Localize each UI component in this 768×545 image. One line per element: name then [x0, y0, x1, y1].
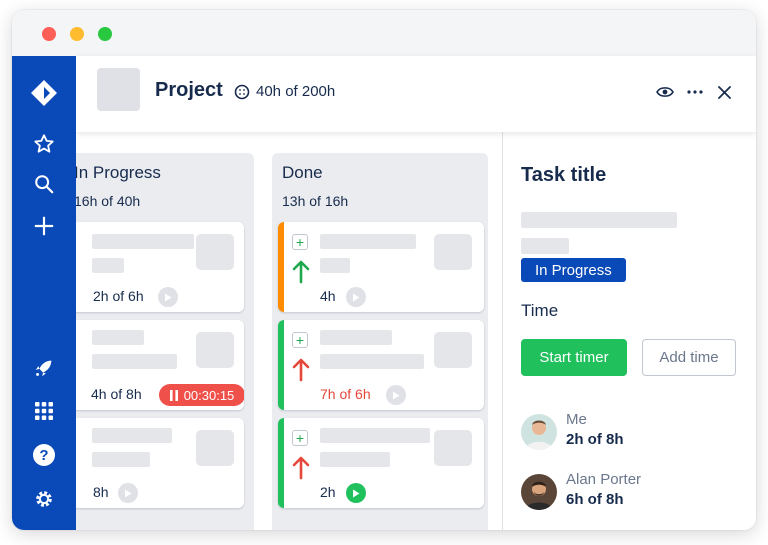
status-badge[interactable]: In Progress [521, 258, 626, 282]
card-text-placeholder [92, 354, 177, 369]
card-estimate: 4h of 8h [91, 386, 142, 402]
column-title: Done [282, 163, 323, 182]
card-text-placeholder [92, 258, 124, 273]
user-logged-time: 2h of 8h [566, 431, 624, 448]
kanban-board: In Progress 16h of 40h 2h of 6h 4h of 8h… [76, 132, 502, 530]
task-card[interactable]: 8h [76, 418, 244, 508]
card-title-placeholder [320, 234, 416, 249]
card-thumbnail [434, 234, 472, 270]
help-icon[interactable]: ? [29, 440, 59, 470]
project-header: Project 40h of 200h [76, 56, 756, 132]
window-minimize-button[interactable] [70, 27, 84, 41]
play-icon [165, 293, 172, 301]
card-text-placeholder [320, 258, 350, 273]
pause-icon [169, 389, 178, 401]
card-estimate: 4h [320, 288, 336, 304]
sidebar: ? [12, 56, 76, 530]
eye-icon[interactable] [654, 81, 676, 103]
plus-icon[interactable] [29, 211, 59, 241]
time-section-label: Time [521, 301, 559, 320]
card-text-placeholder [320, 452, 390, 467]
svg-text:?: ? [39, 447, 48, 464]
rocket-icon[interactable] [29, 353, 59, 383]
add-time-button[interactable]: Add time [642, 339, 736, 376]
app-logo-icon[interactable] [29, 78, 59, 108]
user-name: Alan Porter [566, 471, 642, 488]
start-timer-button[interactable]: Start timer [521, 339, 627, 376]
play-button[interactable] [386, 385, 406, 405]
card-title-placeholder [92, 330, 144, 345]
stopwatch-icon [234, 84, 250, 99]
card-text-placeholder [320, 354, 424, 369]
priority-arrow-up-icon [292, 260, 310, 284]
window-maximize-button[interactable] [98, 27, 112, 41]
close-icon[interactable] [713, 81, 735, 103]
card-thumbnail [434, 332, 472, 368]
add-subtask-button[interactable]: + [292, 430, 308, 446]
play-icon [353, 293, 360, 301]
description-placeholder [521, 212, 677, 228]
description-placeholder [521, 238, 569, 254]
card-thumbnail [196, 332, 234, 368]
card-text-placeholder [92, 452, 150, 467]
card-status-stripe [278, 418, 284, 508]
project-time-summary: 40h of 200h [234, 83, 335, 100]
column-time-summary: 16h of 40h [76, 193, 141, 209]
card-thumbnail [196, 234, 234, 270]
star-icon[interactable] [29, 129, 59, 159]
task-detail-panel: Task title In Progress Time Start timer … [502, 132, 756, 530]
priority-arrow-up-icon [292, 456, 310, 480]
project-avatar [97, 68, 140, 111]
card-status-stripe [278, 320, 284, 410]
window-titlebar [12, 10, 756, 56]
user-name: Me [566, 411, 587, 428]
task-title: Task title [521, 164, 607, 186]
add-subtask-button[interactable]: + [292, 332, 308, 348]
card-title-placeholder [320, 428, 430, 443]
task-card[interactable]: 4h of 8h 00:30:15 [76, 320, 244, 410]
card-thumbnail [196, 430, 234, 466]
project-time-text: 40h of 200h [256, 83, 336, 100]
project-title: Project [155, 79, 223, 101]
card-estimate: 2h [320, 484, 336, 500]
user-logged-time: 6h of 8h [566, 491, 624, 508]
column-title: In Progress [76, 163, 161, 182]
task-card[interactable]: + 7h of 6h [278, 320, 484, 410]
play-icon [393, 391, 400, 399]
settings-icon[interactable] [29, 484, 59, 514]
column-in-progress: In Progress 16h of 40h 2h of 6h 4h of 8h… [76, 153, 254, 530]
running-timer-badge[interactable]: 00:30:15 [159, 384, 244, 406]
task-card[interactable]: + 4h [278, 222, 484, 312]
column-done: Done 13h of 16h + 4h + 7h of 6h + 2h [272, 153, 488, 530]
card-estimate: 7h of 6h [320, 386, 371, 402]
task-card[interactable]: + 2h [278, 418, 484, 508]
apps-grid-icon[interactable] [29, 396, 59, 426]
column-time-summary: 13h of 16h [282, 193, 349, 209]
more-icon[interactable] [684, 81, 706, 103]
play-icon [125, 489, 132, 497]
play-button[interactable] [346, 287, 366, 307]
play-button[interactable] [118, 483, 138, 503]
task-card[interactable]: 2h of 6h [76, 222, 244, 312]
app-window: ? Project 40h of 200h In Progress 16h of… [12, 10, 756, 530]
card-thumbnail [434, 430, 472, 466]
card-title-placeholder [92, 234, 194, 249]
card-estimate: 2h of 6h [93, 288, 144, 304]
card-title-placeholder [320, 330, 392, 345]
card-status-stripe [278, 222, 284, 312]
priority-arrow-up-icon [292, 358, 310, 382]
timer-value: 00:30:15 [183, 387, 235, 403]
play-button[interactable] [158, 287, 178, 307]
search-icon[interactable] [29, 169, 59, 199]
play-button[interactable] [346, 483, 366, 503]
add-subtask-button[interactable]: + [292, 234, 308, 250]
avatar [521, 414, 557, 450]
card-title-placeholder [92, 428, 172, 443]
play-icon [353, 489, 360, 497]
window-close-button[interactable] [42, 27, 56, 41]
avatar [521, 474, 557, 510]
card-estimate: 8h [93, 484, 109, 500]
